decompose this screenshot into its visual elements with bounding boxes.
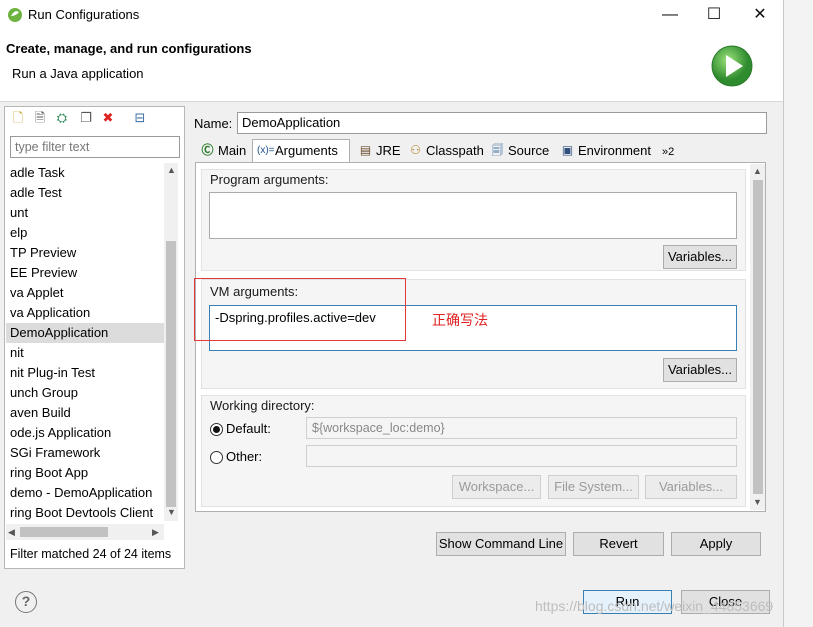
annotation-highlight-box [194,278,406,341]
delete-icon[interactable]: ✖ [100,110,116,126]
tab-label: Environment [578,143,651,158]
tree-item[interactable]: SGi Framework [6,443,164,463]
tree-item[interactable]: va Application [6,303,164,323]
background-window-strip [783,0,813,627]
configuration-tree: adle Task adle Test unt elp TP Preview E… [6,163,164,523]
annotation-note: 正确写法 [432,313,488,329]
tree-item[interactable]: va Applet [6,283,164,303]
tree-item[interactable]: ring Boot Devtools Client [6,503,164,523]
file-system-button[interactable]: File System... [548,475,639,499]
source-tab-icon: 🗐 [491,143,504,157]
tab-label: Arguments [275,143,338,158]
maximize-button[interactable]: ☐ [699,4,729,26]
export-icon[interactable]: ⛭ [54,110,70,126]
other-directory-field [306,445,737,467]
default-radio[interactable] [210,423,223,436]
name-label: Name: [194,116,233,131]
tree-item[interactable]: aven Build [6,403,164,423]
content-vertical-scrollbar[interactable]: ▲ ▼ [750,164,765,510]
workspace-button[interactable]: Workspace... [452,475,541,499]
tree-item[interactable]: nit [6,343,164,363]
program-variables-button[interactable]: Variables... [663,245,737,269]
tree-horizontal-scrollbar[interactable]: ◀ ▶ [6,524,164,540]
tree-item[interactable]: elp [6,223,164,243]
show-command-line-button[interactable]: Show Command Line [436,532,566,556]
default-directory-field: ${workspace_loc:demo} [306,417,737,439]
arguments-tab-icon: (x)= [257,145,275,156]
filter-input[interactable] [10,136,180,158]
program-arguments-group: Program arguments: Variables... [201,169,746,271]
tab-source[interactable]: 🗐 Source [486,140,556,162]
new-prototype-icon[interactable]: 🗎 [32,110,48,126]
other-radio-label: Other: [226,449,263,464]
help-icon[interactable]: ? [15,591,37,613]
header-title: Create, manage, and run configurations [6,41,252,56]
dialog-header: Create, manage, and run configurations R… [0,30,783,102]
jre-tab-icon: ▤ [359,143,372,157]
close-window-button[interactable]: ✕ [745,4,775,26]
tree-item[interactable]: nit Plug-in Test [6,363,164,383]
tab-main[interactable]: Ⓒ Main [196,140,252,162]
program-arguments-title: Program arguments: [210,172,329,187]
scrollbar-thumb[interactable] [753,180,763,494]
scrollbar-thumb[interactable] [20,527,108,537]
tab-jre[interactable]: ▤ JRE [354,140,402,162]
tree-item[interactable]: TP Preview [6,243,164,263]
tab-bar: Ⓒ Main (x)= Arguments ▤ JRE ⚇ Classpath … [194,139,767,163]
other-radio[interactable] [210,451,223,464]
vm-variables-button[interactable]: Variables... [663,358,737,382]
tree-item[interactable]: ode.js Application [6,423,164,443]
working-directory-title: Working directory: [210,398,315,413]
tree-item-selected[interactable]: DemoApplication [6,323,164,343]
classpath-tab-icon: ⚇ [410,143,421,157]
tab-classpath[interactable]: ⚇ Classpath [404,140,494,162]
apply-button[interactable]: Apply [671,532,761,556]
tab-label: Source [508,143,550,158]
window-title: Run Configurations [28,7,140,22]
working-directory-group: Working directory: Default: ${workspace_… [201,395,746,507]
revert-button[interactable]: Revert [573,532,664,556]
environment-tab-icon: ▣ [561,143,574,157]
tree-item[interactable]: unch Group [6,383,164,403]
tab-more[interactable]: »2 [642,140,676,162]
filter-status: Filter matched 24 of 24 items [10,547,172,561]
duplicate-icon[interactable]: ❐ [78,110,94,126]
tab-label: Classpath [426,143,484,158]
tree-item[interactable]: adle Task [6,163,164,183]
program-arguments-textarea[interactable] [209,192,737,239]
scrollbar-thumb[interactable] [166,241,176,507]
tree-item[interactable]: EE Preview [6,263,164,283]
tab-arguments[interactable]: (x)= Arguments [252,139,350,163]
header-subtitle: Run a Java application [12,66,144,81]
collapse-all-icon[interactable]: ⊟ [132,110,148,126]
default-radio-label: Default: [226,421,271,436]
working-dir-variables-button[interactable]: Variables... [645,475,737,499]
tree-item[interactable]: adle Test [6,183,164,203]
eclipse-app-icon [8,8,22,22]
name-input[interactable]: DemoApplication [237,112,767,134]
tab-environment[interactable]: ▣ Environment [556,140,654,162]
tab-label: Main [218,143,247,158]
tree-item[interactable]: ring Boot App [6,463,164,483]
tree-item[interactable]: demo - DemoApplication [6,483,164,503]
watermark: https://blog.csdn.net/weixin_44853669 [535,598,774,614]
more-tabs-label: »2 [662,146,675,158]
tree-vertical-scrollbar[interactable]: ▲ ▼ [164,163,178,521]
new-configuration-icon[interactable]: 🗋 [10,110,26,126]
minimize-button[interactable]: — [655,4,685,26]
run-banner-icon [711,45,753,87]
tab-label: JRE [376,143,401,158]
tree-item[interactable]: unt [6,203,164,223]
title-bar: Run Configurations — ☐ ✕ [0,0,783,30]
main-tab-icon: Ⓒ [201,143,214,157]
